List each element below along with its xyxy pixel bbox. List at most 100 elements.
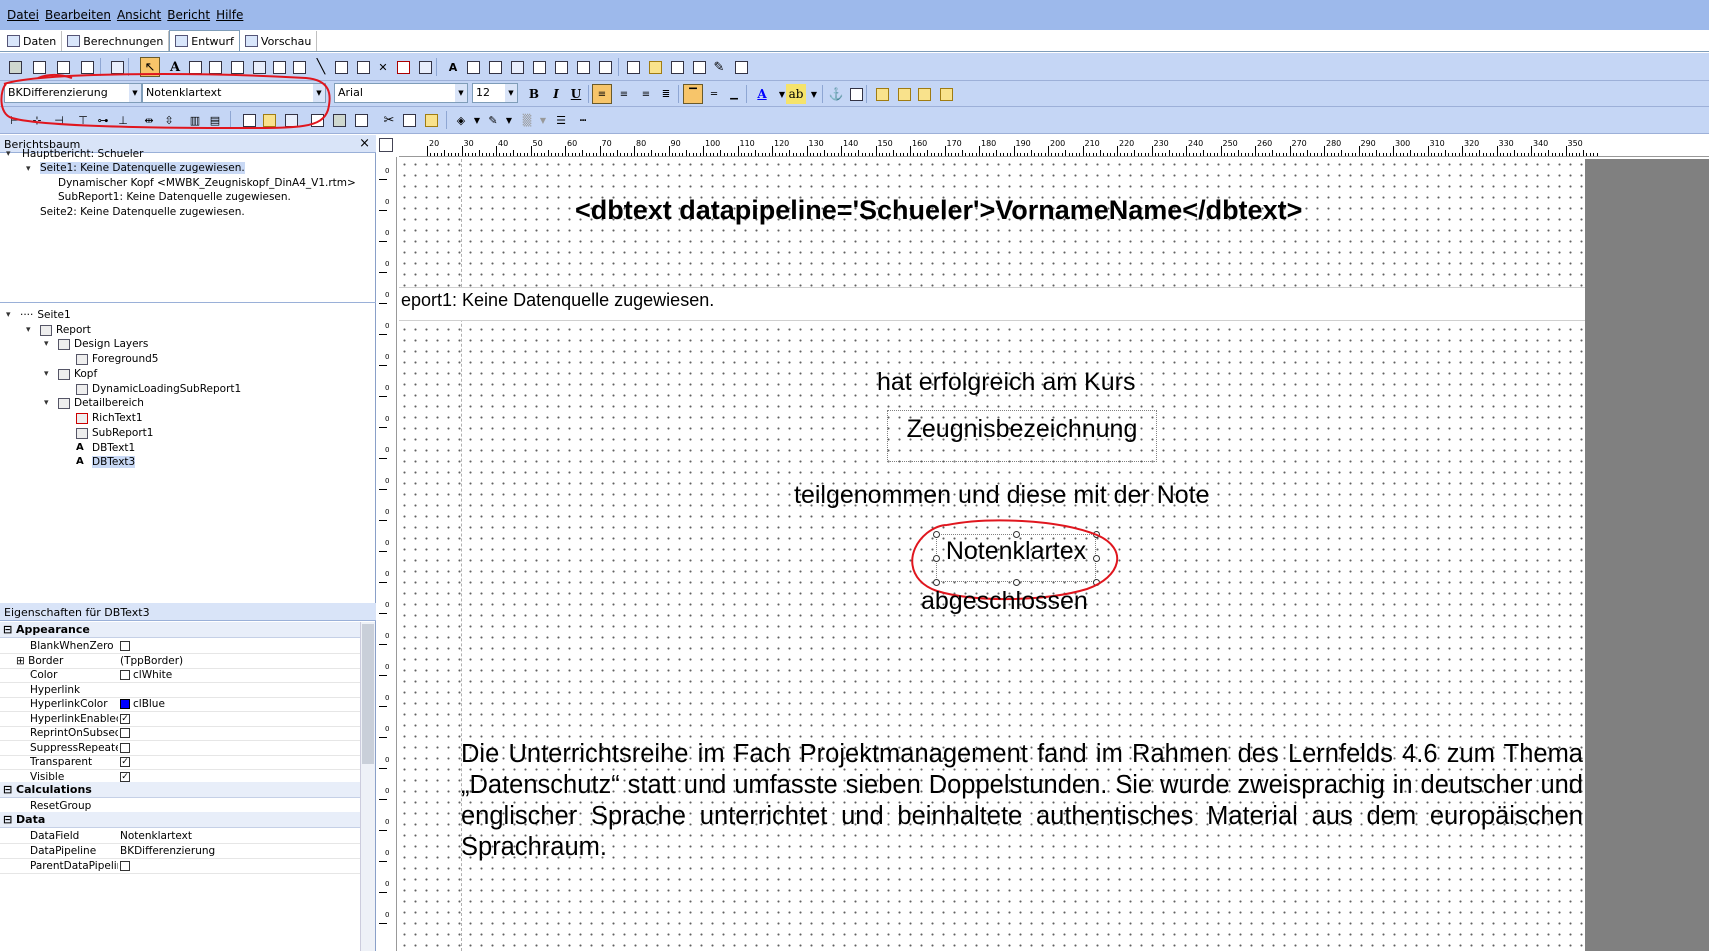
object-node-richtext1[interactable]: RichText1 <box>76 412 143 424</box>
prop-category-data[interactable]: ⊟ Data <box>0 812 360 828</box>
tab-berechnungen[interactable]: Berechnungen <box>62 31 170 51</box>
richtext-paragraph[interactable]: Die Unterrichtsreihe im Fach Projektmana… <box>461 739 1583 863</box>
subreport-band[interactable]: eport1: Keine Datenquelle zugewiesen. <box>399 287 1585 321</box>
object-node-design-layers[interactable]: Design Layers <box>58 338 148 350</box>
crosstab-tool-button[interactable] <box>668 58 686 76</box>
tab-daten[interactable]: Daten <box>2 31 63 51</box>
dblabel-tool-button[interactable]: A <box>444 58 462 76</box>
object-node-seite1[interactable]: ···· Seite1 <box>20 309 71 321</box>
valign-top-button[interactable]: ▔ <box>683 84 703 104</box>
print-preview-button[interactable] <box>352 111 370 129</box>
object-node-report[interactable]: Report <box>40 324 91 336</box>
collapse-icon[interactable]: ▾ <box>44 369 49 379</box>
region-tool-button[interactable] <box>624 58 642 76</box>
line-color-dropdown[interactable]: ▼ <box>500 111 518 129</box>
highlight-color-button[interactable]: ab <box>786 84 806 104</box>
font-color-button[interactable]: A <box>752 84 772 104</box>
object-node-dynamicloadingsubreport1[interactable]: DynamicLoadingSubReport1 <box>76 383 241 395</box>
checkbox[interactable] <box>120 670 130 680</box>
report-canvas[interactable]: <dbtext datapipeline='Schueler'>VornameN… <box>399 159 1585 951</box>
prop-category-appearance[interactable]: ⊟ Appearance <box>0 622 360 638</box>
bring-front-button[interactable] <box>872 84 892 104</box>
checkbox[interactable]: ✓ <box>120 713 130 724</box>
close-icon[interactable]: × <box>359 136 370 151</box>
tree-node-dynamischer-kopf[interactable]: Dynamischer Kopf <MWBK_Zeugniskopf_DinA4… <box>58 177 356 189</box>
color-swatch[interactable] <box>120 699 130 709</box>
prop-value[interactable]: ✓ <box>120 756 133 768</box>
object-node-kopf[interactable]: Kopf <box>58 368 97 380</box>
collapse-icon[interactable]: ▾ <box>44 339 49 349</box>
text-teilgenommen[interactable]: teilgenommen und diese mit der Note <box>794 481 1210 510</box>
prop-value[interactable] <box>120 742 133 754</box>
scrollbar-thumb[interactable] <box>362 624 374 764</box>
prop-value[interactable] <box>120 640 133 652</box>
copy-button[interactable] <box>400 111 418 129</box>
collapse-icon[interactable]: ▾ <box>26 325 31 335</box>
align-right-button[interactable]: ≡ <box>636 84 656 104</box>
menu-bearbeiten[interactable]: Bearbeiten <box>45 8 111 22</box>
panel-splitter[interactable] <box>0 302 376 303</box>
valign-bottom-button[interactable]: ▁ <box>724 84 744 104</box>
font-size-select[interactable]: 12 ▼ <box>472 83 518 103</box>
dbimage2-tool-button[interactable] <box>530 58 548 76</box>
dbcheckbox-tool-button[interactable] <box>574 58 592 76</box>
prop-category-calculations[interactable]: ⊟ Calculations <box>0 782 360 798</box>
menu-bericht[interactable]: Bericht <box>167 8 210 22</box>
font-name-select[interactable]: Arial ▼ <box>334 83 468 103</box>
dbcalc-tool-button[interactable] <box>508 58 526 76</box>
menu-hilfe[interactable]: Hilfe <box>216 8 243 22</box>
pagebreak-tool-button[interactable] <box>690 58 708 76</box>
object-node-dbtext1[interactable]: A DBText1 <box>76 442 135 454</box>
prop-value[interactable]: BKDifferenzierung <box>120 845 215 857</box>
prop-value[interactable]: clWhite <box>120 669 172 681</box>
checkbox[interactable] <box>120 641 130 651</box>
valign-middle-button[interactable]: ═ <box>704 84 724 104</box>
prop-row-parentdatapipeline[interactable]: ParentDataPipelin <box>0 858 360 874</box>
checkbox[interactable] <box>120 728 130 738</box>
bold-button[interactable]: B <box>524 84 544 104</box>
subreport-tool-button[interactable] <box>646 58 664 76</box>
send-backward-button[interactable] <box>936 84 956 104</box>
object-node-detailbereich[interactable]: Detailbereich <box>58 397 144 409</box>
dbrichtext-tool-button[interactable] <box>486 58 504 76</box>
tree-node-seite1[interactable]: Seite1: Keine Datenquelle zugewiesen. <box>40 162 245 174</box>
checkbox-tool-button[interactable]: ✕ <box>374 58 392 76</box>
object-node-subreport1[interactable]: SubReport1 <box>76 427 153 439</box>
line-style-button[interactable]: ┅ <box>574 111 592 129</box>
border-button[interactable] <box>846 84 866 104</box>
text-hat-erfolgreich[interactable]: hat erfolgreich am Kurs <box>877 368 1135 397</box>
tree-node-seite2[interactable]: Seite2: Keine Datenquelle zugewiesen. <box>40 206 245 218</box>
underline-button[interactable]: U <box>566 84 586 104</box>
dbchart-tool-button[interactable] <box>596 58 614 76</box>
checkbox[interactable]: ✓ <box>120 757 130 767</box>
italic-button[interactable]: I <box>546 84 566 104</box>
prop-value[interactable] <box>120 727 133 739</box>
dbbarcode-tool-button[interactable] <box>552 58 570 76</box>
tree-node-hauptbericht[interactable]: Hauptbericht: Schueler <box>22 148 143 160</box>
collapse-icon[interactable]: ▾ <box>44 398 49 408</box>
zeugnis-box[interactable]: Zeugnisbezeichnung <box>887 410 1157 462</box>
dbmemo-tool-button[interactable] <box>464 58 482 76</box>
bring-forward-button[interactable] <box>914 84 934 104</box>
properties-scrollbar[interactable] <box>360 622 375 951</box>
cut-button[interactable]: ✂ <box>380 111 398 129</box>
prop-value[interactable] <box>120 860 133 872</box>
prop-value[interactable]: ✓ <box>120 713 133 725</box>
text-abgeschlossen[interactable]: abgeschlossen <box>921 587 1088 616</box>
highlight-dropdown[interactable]: ▼ <box>804 84 824 104</box>
object-node-foreground5[interactable]: Foreground5 <box>76 353 158 365</box>
tab-entwurf[interactable]: Entwurf <box>169 30 240 51</box>
paste-button[interactable] <box>422 111 440 129</box>
prop-value[interactable]: ✓ <box>120 771 133 783</box>
checkbox[interactable]: ✓ <box>120 771 130 782</box>
prop-row-datafield[interactable]: DataField Notenklartext <box>0 828 360 844</box>
line-thickness-button[interactable]: ☰ <box>552 111 570 129</box>
object-node-dbtext3[interactable]: A DBText3 <box>76 456 136 468</box>
prop-value[interactable]: clBlue <box>120 698 165 710</box>
align-center-button[interactable]: ≡ <box>614 84 634 104</box>
checkbox[interactable] <box>120 861 130 871</box>
qrcode-tool-button[interactable] <box>354 58 372 76</box>
menu-datei[interactable]: Datei <box>7 8 39 22</box>
collapse-icon[interactable]: ▾ <box>26 164 31 174</box>
align-left-button[interactable]: ≡ <box>592 84 612 104</box>
